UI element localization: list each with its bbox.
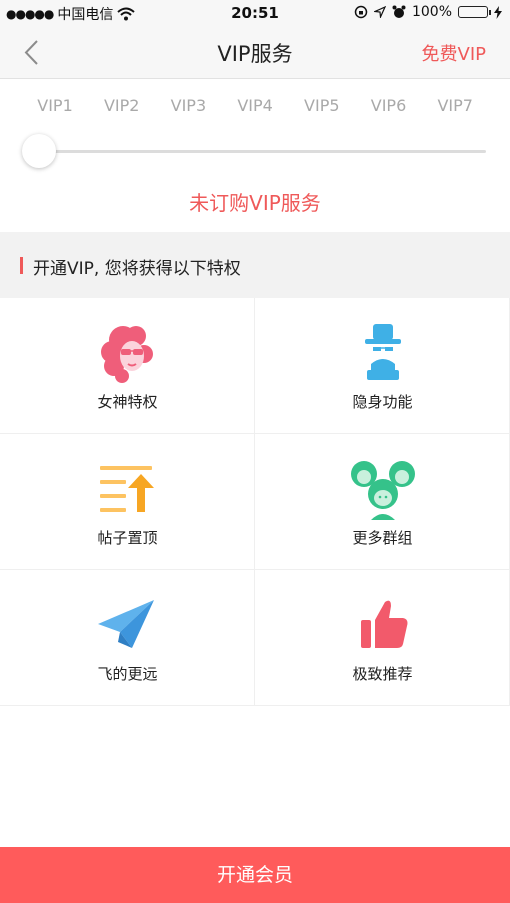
privilege-more-groups[interactable]: 更多群组	[255, 434, 510, 570]
privilege-pin-to-top[interactable]: 帖子置顶	[0, 434, 255, 570]
rotation-lock-icon	[354, 5, 368, 19]
privilege-invisible[interactable]: 隐身功能	[255, 298, 510, 434]
vip-level-label[interactable]: VIP6	[359, 96, 419, 115]
thumbs-up-icon	[347, 592, 419, 656]
status-bar: ●●●●● 中国电信 20:51 100%	[0, 0, 510, 26]
group-icon	[347, 456, 419, 520]
vip-level-label[interactable]: VIP3	[158, 96, 218, 115]
vip-level-slider-track[interactable]	[28, 150, 486, 153]
vip-level-labels: VIP1 VIP2 VIP3 VIP4 VIP5 VIP6 VIP7	[0, 96, 510, 124]
invisible-icon	[347, 320, 419, 384]
alarm-icon	[392, 5, 406, 18]
battery-percent: 100%	[411, 4, 452, 20]
privilege-label: 女神特权	[97, 393, 158, 411]
free-vip-link[interactable]: 免费VIP	[422, 40, 486, 66]
battery-icon	[458, 6, 491, 18]
open-membership-button[interactable]: 开通会员	[0, 847, 510, 903]
vip-level-label[interactable]: VIP2	[92, 96, 152, 115]
vip-level-label[interactable]: VIP5	[292, 96, 352, 115]
goddess-icon	[92, 320, 164, 384]
subscription-status: 未订购VIP服务	[189, 191, 321, 215]
navigation-bar: VIP服务 免费VIP	[0, 26, 510, 79]
privilege-label: 飞的更远	[97, 665, 158, 683]
charging-icon	[494, 5, 502, 19]
pin-to-top-icon	[92, 456, 164, 520]
privilege-label: 帖子置顶	[97, 529, 158, 547]
privilege-label: 隐身功能	[352, 393, 413, 411]
privileges-section-header: 开通VIP, 您将获得以下特权	[0, 232, 510, 298]
vip-level-slider-thumb[interactable]	[22, 134, 56, 168]
privileges-grid: 女神特权 隐身功能 帖子置顶 更多群组 飞的更远 极致推荐	[0, 298, 510, 706]
privilege-label: 极致推荐	[352, 665, 413, 683]
paper-plane-icon	[92, 592, 164, 656]
privilege-fly-farther[interactable]: 飞的更远	[0, 570, 255, 706]
section-accent-bar	[20, 257, 23, 274]
section-title: 开通VIP, 您将获得以下特权	[33, 259, 241, 279]
privilege-top-recommend[interactable]: 极致推荐	[255, 570, 510, 706]
location-icon	[373, 6, 386, 18]
privilege-label: 更多群组	[352, 529, 413, 547]
vip-level-label[interactable]: VIP7	[425, 96, 485, 115]
privilege-goddess[interactable]: 女神特权	[0, 298, 255, 434]
vip-level-label[interactable]: VIP1	[25, 96, 85, 115]
vip-level-label[interactable]: VIP4	[225, 96, 285, 115]
